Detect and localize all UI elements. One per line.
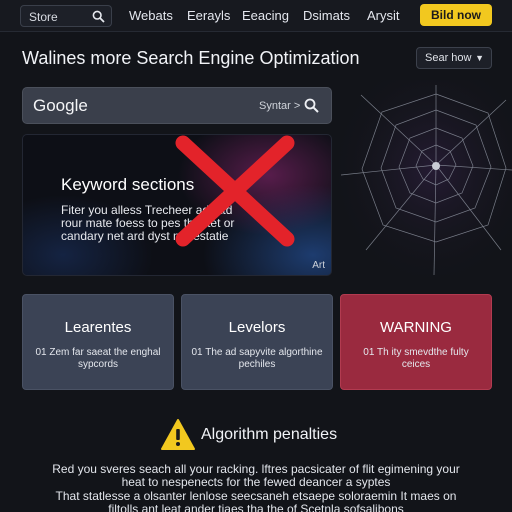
build-now-button[interactable]: Bild now: [420, 4, 492, 26]
syntax-link[interactable]: Syntar >: [259, 100, 300, 112]
search-icon[interactable]: [304, 98, 319, 113]
nav-link-eerayls[interactable]: Eerayls: [187, 8, 230, 23]
page-title: Walines more Search Engine Optimization: [22, 48, 360, 68]
google-search-bar[interactable]: Google Syntar >: [22, 87, 332, 124]
warning-icon: [161, 419, 195, 450]
card-title: Levelors: [228, 319, 286, 336]
penalties-line-2: heat to nespenects for the fewed deancer…: [121, 475, 391, 489]
chevron-down-icon: ▼: [475, 53, 484, 63]
card-text: 01 The ad sapyvite algorthine pechiles: [191, 347, 323, 370]
nav-link-arysit[interactable]: Arysit: [367, 8, 400, 23]
site-search-text: Store: [29, 10, 58, 24]
card-title: Learentes: [64, 319, 132, 336]
close-cross-icon: [175, 135, 295, 247]
top-navigation: Store Webats Eerayls Eeacing Dsimats Ary…: [0, 0, 512, 32]
card-title: WARNING: [380, 319, 452, 336]
site-search-input[interactable]: Store: [20, 5, 112, 27]
nav-link-dsimats[interactable]: Dsimats: [303, 8, 350, 23]
penalties-line-3: That statlesse a olsanter lenlose seecsa…: [55, 489, 457, 503]
penalties-line-4: filtolls ant leat ander tiaes tha the of…: [108, 502, 404, 512]
keyword-sections-hero: Keyword sections Fiter you alless Treche…: [22, 134, 332, 276]
google-logo: Google: [33, 96, 88, 115]
hero-corner-label: Art: [312, 260, 325, 271]
card-text: 01 Zem far saeat the enghal sypcords: [35, 347, 161, 370]
card-learentes[interactable]: Learentes 01 Zem far saeat the enghal sy…: [22, 294, 174, 390]
sort-dropdown[interactable]: Sear how ▼: [416, 47, 492, 69]
nav-link-webats[interactable]: Webats: [129, 8, 173, 23]
penalties-line-1: Red you sveres seach all your racking. l…: [52, 462, 460, 476]
sort-dropdown-label: Sear how: [425, 52, 472, 64]
penalties-title: Algorithm penalties: [201, 426, 338, 443]
card-warning[interactable]: WARNING 01 Th ity smevdthe fulty ceices: [340, 294, 492, 390]
nav-link-eeacing[interactable]: Eeacing: [242, 8, 289, 23]
search-icon[interactable]: [92, 10, 105, 23]
card-levelors[interactable]: Levelors 01 The ad sapyvite algorthine p…: [181, 294, 333, 390]
spider-web-icon: [336, 80, 512, 280]
card-text: 01 Th ity smevdthe fulty ceices: [363, 347, 469, 370]
